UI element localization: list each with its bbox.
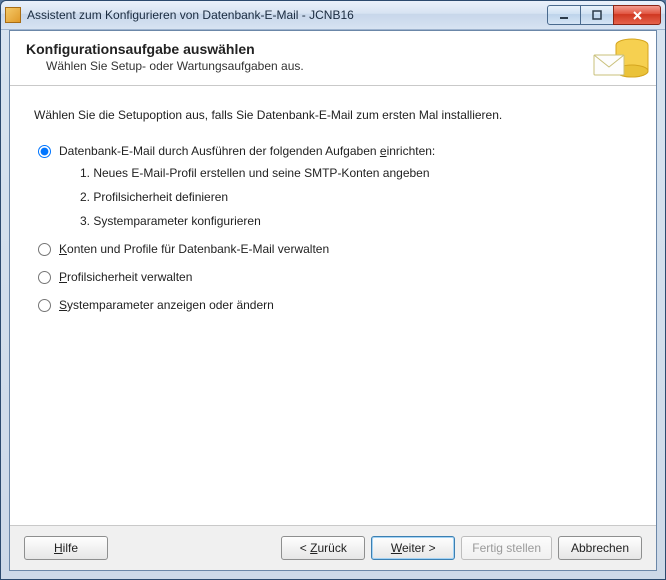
setup-step-2: 2. Profilsicherheit definieren [80,190,632,204]
option-manage-radio[interactable] [38,243,51,256]
option-manage[interactable]: Konten und Profile für Datenbank-E-Mail … [34,242,632,256]
wizard-window: Assistent zum Konfigurieren von Datenban… [0,0,666,580]
setup-step-1: 1. Neues E-Mail-Profil erstellen und sei… [80,166,632,180]
option-profile-security-label[interactable]: Profilsicherheit verwalten [59,270,192,284]
page-subtitle: Wählen Sie Setup- oder Wartungsaufgaben … [46,59,640,73]
setup-step-3: 3. Systemparameter konfigurieren [80,214,632,228]
back-button[interactable]: < Zurück [281,536,365,560]
next-button[interactable]: Weiter > [371,536,455,560]
intro-text: Wählen Sie die Setupoption aus, falls Si… [34,108,632,122]
maximize-icon [592,10,602,20]
option-system-params[interactable]: Systemparameter anzeigen oder ändern [34,298,632,312]
option-setup[interactable]: Datenbank-E-Mail durch Ausführen der fol… [34,144,632,158]
option-system-params-label[interactable]: Systemparameter anzeigen oder ändern [59,298,274,312]
titlebar[interactable]: Assistent zum Konfigurieren von Datenban… [1,1,665,30]
option-setup-radio[interactable] [38,145,51,158]
app-icon [5,7,21,23]
minimize-icon [559,10,569,20]
page-title: Konfigurationsaufgabe auswählen [26,41,640,57]
finish-button: Fertig stellen [461,536,552,560]
help-button[interactable]: Hilfe [24,536,108,560]
database-mail-icon [592,33,652,87]
option-system-params-radio[interactable] [38,299,51,312]
wizard-footer: Hilfe < Zurück Weiter > Fertig stellen A… [10,525,656,570]
option-profile-security[interactable]: Profilsicherheit verwalten [34,270,632,284]
wizard-client: Konfigurationsaufgabe auswählen Wählen S… [9,30,657,571]
option-setup-steps: 1. Neues E-Mail-Profil erstellen und sei… [80,166,632,228]
option-profile-security-radio[interactable] [38,271,51,284]
wizard-header: Konfigurationsaufgabe auswählen Wählen S… [10,31,656,86]
window-title: Assistent zum Konfigurieren von Datenban… [27,8,547,22]
maximize-button[interactable] [580,5,614,25]
window-controls [547,5,661,25]
option-manage-label[interactable]: Konten und Profile für Datenbank-E-Mail … [59,242,329,256]
wizard-content: Wählen Sie die Setupoption aus, falls Si… [10,86,656,525]
close-icon [632,10,643,21]
close-button[interactable] [613,5,661,25]
minimize-button[interactable] [547,5,581,25]
option-setup-label[interactable]: Datenbank-E-Mail durch Ausführen der fol… [59,144,435,158]
cancel-button[interactable]: Abbrechen [558,536,642,560]
